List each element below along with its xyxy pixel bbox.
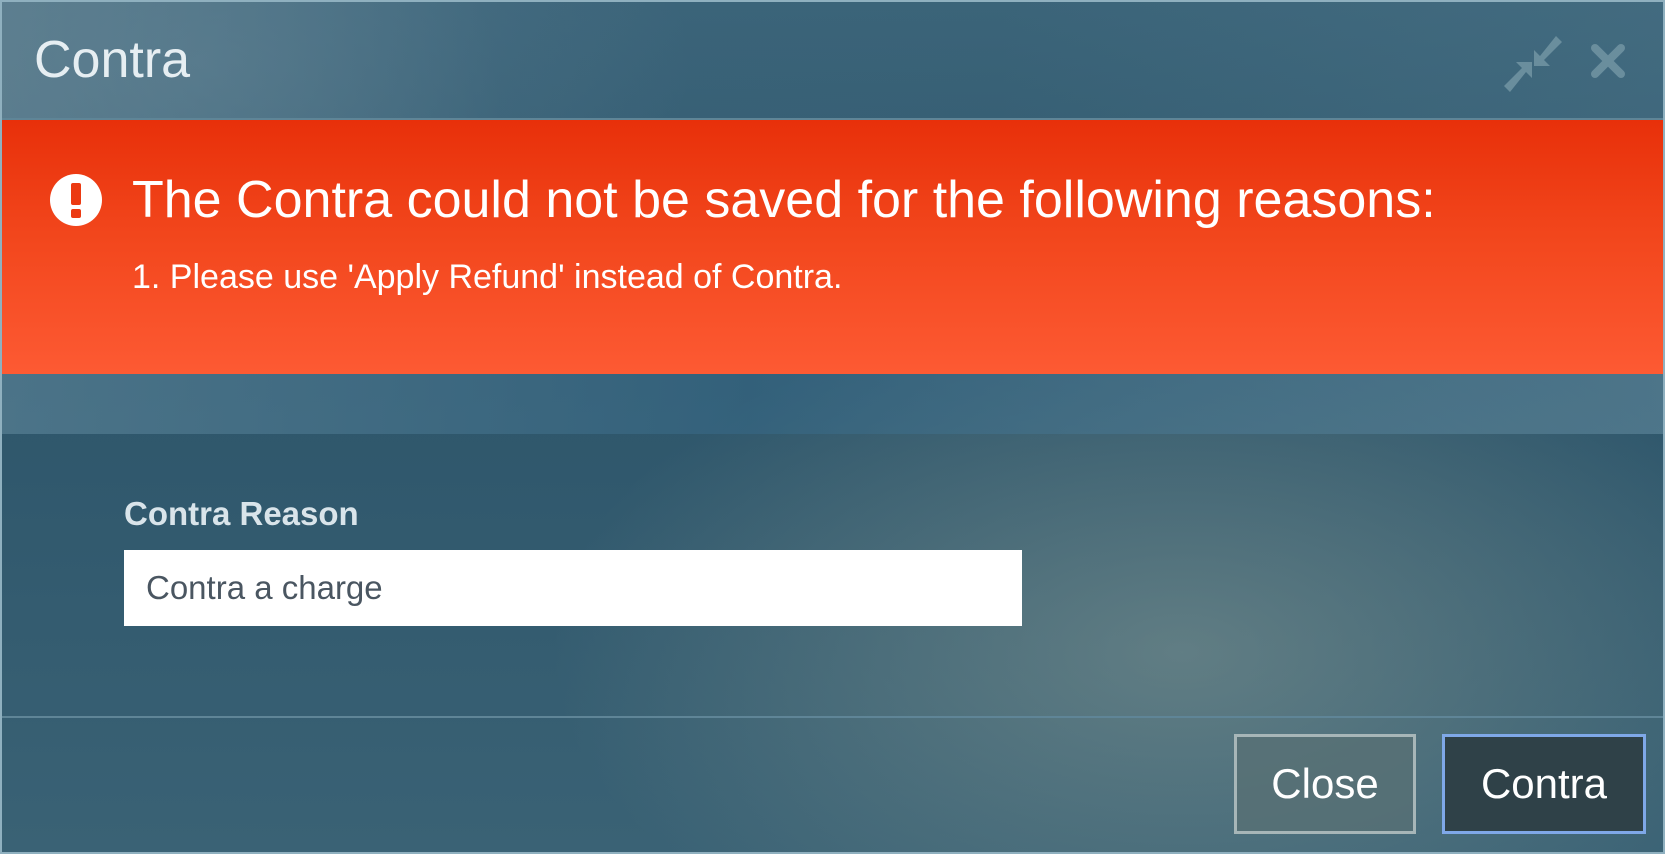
close-button[interactable]: Close (1234, 734, 1416, 834)
error-banner: The Contra could not be saved for the fo… (2, 120, 1663, 374)
dialog-titlebar: Contra (2, 2, 1663, 120)
error-reason-list: 1. Please use 'Apply Refund' instead of … (132, 256, 842, 298)
contra-reason-input[interactable] (124, 550, 1022, 626)
error-heading: The Contra could not be saved for the fo… (132, 171, 1436, 229)
contra-dialog: Contra The Contra could not be saved for… (0, 0, 1665, 854)
contra-reason-label: Contra Reason (124, 495, 359, 532)
exclamation-circle-icon (48, 172, 104, 228)
collapse-arrows-icon[interactable] (1504, 34, 1562, 92)
close-x-icon[interactable] (1588, 34, 1628, 92)
dialog-footer: Close Contra (2, 718, 1663, 852)
dialog-title: Contra (34, 31, 191, 89)
dialog-body: Contra Reason (2, 434, 1663, 718)
separator-band (2, 374, 1663, 434)
contra-button[interactable]: Contra (1442, 734, 1646, 834)
error-reason-item: 1. Please use 'Apply Refund' instead of … (132, 258, 843, 296)
